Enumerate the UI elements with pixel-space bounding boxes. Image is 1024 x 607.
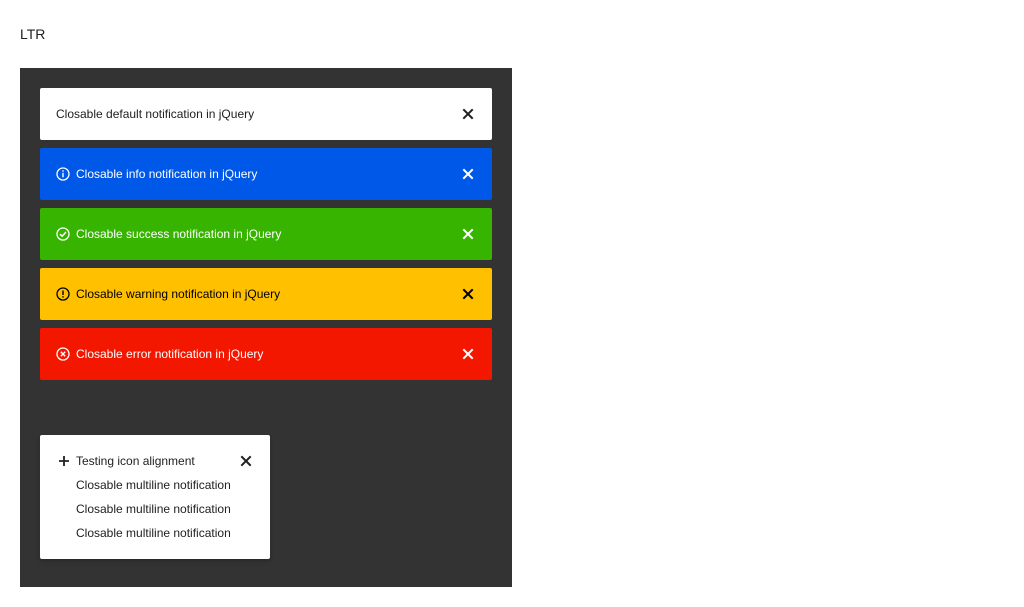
x-circle-icon	[56, 347, 70, 361]
multiline-line: Closable multiline notification	[76, 502, 231, 516]
notification-info-text: Closable info notification in jQuery	[76, 167, 258, 181]
notification-multiline: Testing icon alignment Closable multilin…	[40, 435, 270, 559]
close-icon[interactable]	[462, 168, 474, 180]
multiline-title: Testing icon alignment	[76, 454, 195, 468]
multiline-line: Closable multiline notification	[76, 526, 231, 540]
close-icon[interactable]	[462, 288, 474, 300]
close-icon[interactable]	[240, 455, 252, 467]
notification-default: Closable default notification in jQuery	[40, 88, 492, 140]
direction-label: LTR	[20, 26, 46, 42]
notification-error-text: Closable error notification in jQuery	[76, 347, 264, 361]
notification-info: Closable info notification in jQuery	[40, 148, 492, 200]
close-icon[interactable]	[462, 348, 474, 360]
multiline-line: Closable multiline notification	[76, 478, 231, 492]
notification-success: Closable success notification in jQuery	[40, 208, 492, 260]
check-circle-icon	[56, 227, 70, 241]
plus-icon	[59, 456, 69, 466]
notification-panel: Closable default notification in jQuery …	[20, 68, 512, 587]
notification-warning-text: Closable warning notification in jQuery	[76, 287, 281, 301]
page: LTR Closable default notification in jQu…	[0, 0, 1024, 607]
notification-warning: Closable warning notification in jQuery	[40, 268, 492, 320]
close-icon[interactable]	[462, 108, 474, 120]
info-circle-icon	[56, 167, 70, 181]
exclamation-circle-icon	[56, 287, 70, 301]
close-icon[interactable]	[462, 228, 474, 240]
notification-default-text: Closable default notification in jQuery	[56, 107, 255, 121]
notification-error: Closable error notification in jQuery	[40, 328, 492, 380]
notification-success-text: Closable success notification in jQuery	[76, 227, 282, 241]
